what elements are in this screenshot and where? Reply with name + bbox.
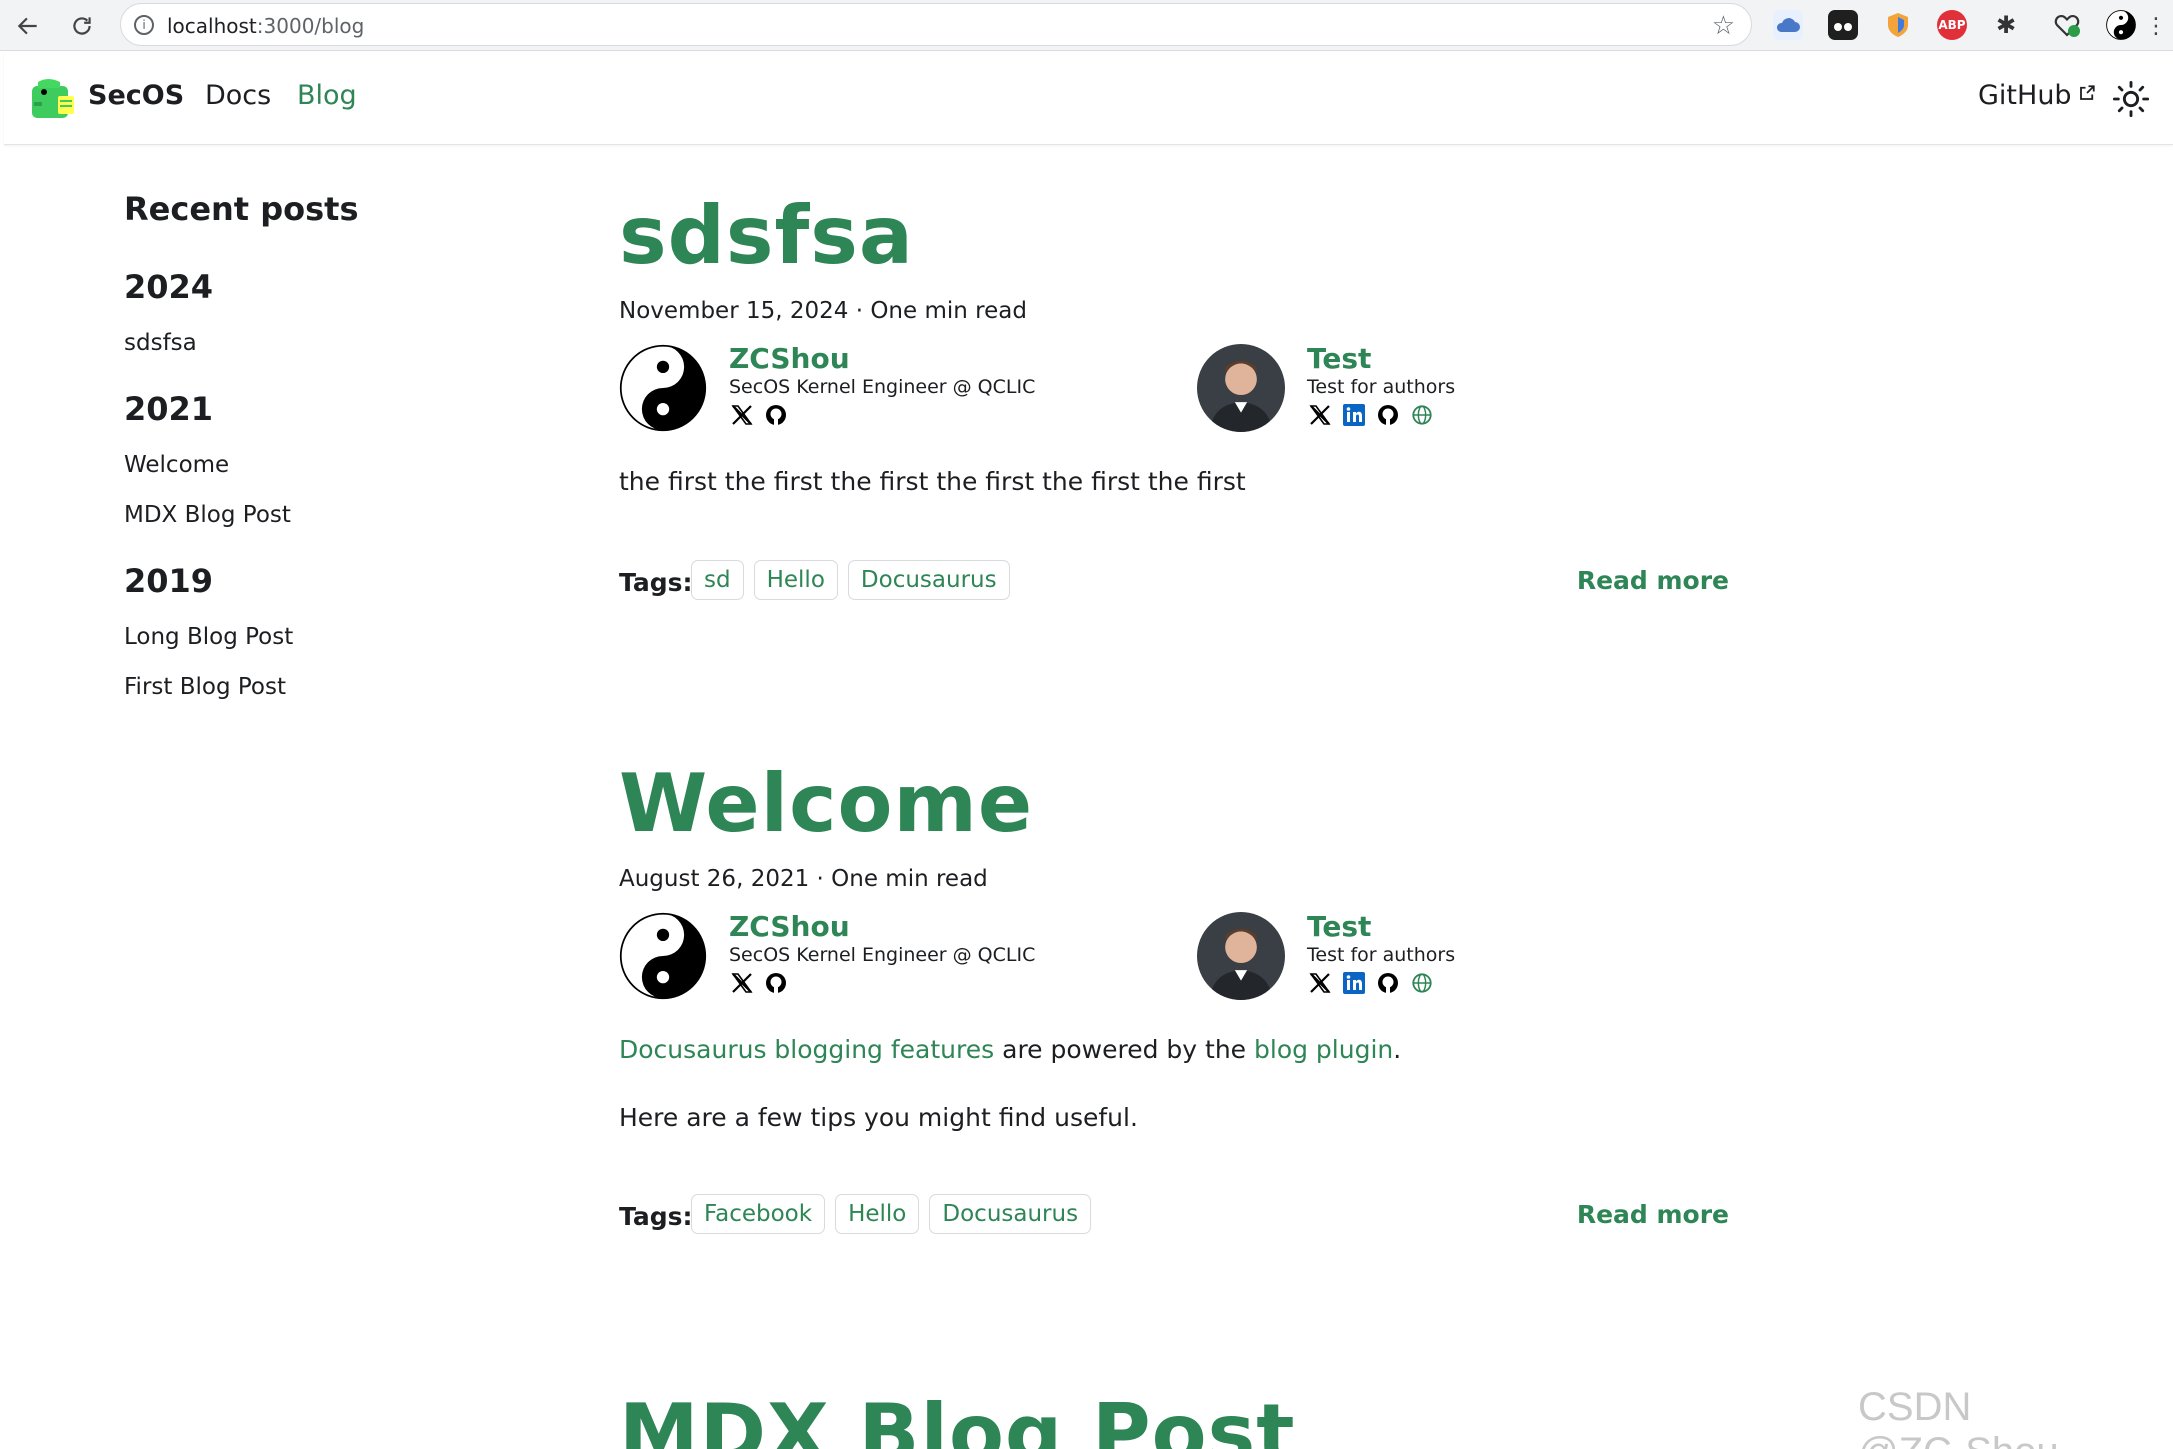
post-excerpt: the first the first the first the first … — [619, 467, 1246, 496]
shield-extension-icon[interactable] — [1883, 10, 1913, 40]
docusaurus-blogging-link[interactable]: Docusaurus blogging features — [619, 1035, 994, 1064]
tag-docusaurus[interactable]: Docusaurus — [929, 1194, 1092, 1234]
linkedin-icon[interactable] — [1341, 402, 1367, 428]
heart-sync-icon[interactable] — [2052, 10, 2082, 40]
site-info-icon[interactable]: i — [134, 15, 154, 35]
sidebar-post-welcome[interactable]: Welcome — [124, 452, 524, 478]
author-name[interactable]: Test — [1307, 910, 1455, 943]
tag-hello[interactable]: Hello — [753, 560, 838, 600]
tags-label: Tags: — [619, 568, 693, 597]
blog-post-preview: Welcome August 26, 2021 · One min read Z… — [619, 760, 1729, 1242]
author-title: Test for authors — [1307, 376, 1456, 398]
tag-sd[interactable]: sd — [691, 560, 744, 600]
post-title[interactable]: sdsfsa — [619, 192, 1729, 280]
author-name[interactable]: ZCShou — [729, 342, 1035, 375]
excerpt-text: Here are a few tips you might find usefu… — [619, 1103, 1138, 1132]
nav-docs[interactable]: Docs — [205, 80, 271, 111]
dinosaur-logo-icon[interactable] — [30, 78, 76, 120]
yin-yang-avatar[interactable] — [619, 912, 707, 1000]
post-meta: August 26, 2021 · One min read — [619, 866, 988, 892]
sidebar-group-2019: 2019 Long Blog Post First Blog Post — [124, 562, 524, 700]
menu-dots-icon[interactable]: ⋮ — [2138, 8, 2173, 44]
profile-avatar-icon[interactable] — [2106, 10, 2136, 40]
blog-plugin-link[interactable]: blog plugin — [1254, 1035, 1393, 1064]
external-link-icon — [2079, 85, 2095, 100]
github-link[interactable]: GitHub — [1978, 80, 2096, 111]
post-footer: Tags: sd Hello Docusaurus Read more — [619, 560, 1729, 608]
author-card: ZCShou SecOS Kernel Engineer @ QCLIC — [619, 910, 1036, 1000]
github-icon[interactable] — [763, 402, 789, 428]
author-card: Test Test for authors — [1197, 910, 1456, 1000]
sidebar-post-long[interactable]: Long Blog Post — [124, 624, 524, 650]
github-icon[interactable] — [1375, 402, 1401, 428]
address-bar[interactable]: i localhost:3000/blog ☆ — [120, 3, 1752, 46]
url-text: localhost:3000/blog — [167, 14, 365, 38]
github-icon[interactable] — [1375, 970, 1401, 996]
tags-label: Tags: — [619, 1202, 693, 1231]
read-more-link[interactable]: Read more — [1577, 1200, 1729, 1229]
blog-post-preview: sdsfsa November 15, 2024 · One min read … — [619, 192, 1729, 608]
sidebar-year: 2021 — [124, 390, 214, 428]
x-icon[interactable] — [729, 970, 755, 996]
post-title[interactable]: Welcome — [619, 760, 1729, 848]
x-icon[interactable] — [1307, 970, 1333, 996]
tag-list: Facebook Hello Docusaurus — [691, 1194, 1092, 1234]
tag-facebook[interactable]: Facebook — [691, 1194, 826, 1234]
x-icon[interactable] — [729, 402, 755, 428]
post-excerpt: Docusaurus blogging features are powered… — [619, 1030, 1729, 1138]
author-card: Test Test for authors — [1197, 342, 1456, 432]
cloud-extension-icon[interactable] — [1773, 10, 1803, 40]
excerpt-text: . — [1393, 1035, 1402, 1064]
post-authors: ZCShou SecOS Kernel Engineer @ QCLIC Tes… — [619, 342, 1729, 444]
sidebar-year: 2024 — [124, 268, 214, 306]
nav-blog[interactable]: Blog — [297, 80, 357, 111]
read-more-link[interactable]: Read more — [1577, 566, 1729, 595]
post-authors: ZCShou SecOS Kernel Engineer @ QCLIC Tes… — [619, 910, 1729, 1012]
github-icon[interactable] — [763, 970, 789, 996]
post-footer: Tags: Facebook Hello Docusaurus Read mor… — [619, 1194, 1729, 1242]
tag-docusaurus[interactable]: Docusaurus — [847, 560, 1010, 600]
author-title: SecOS Kernel Engineer @ QCLIC — [729, 376, 1036, 398]
author-title: SecOS Kernel Engineer @ QCLIC — [729, 944, 1036, 966]
reload-icon[interactable] — [64, 8, 100, 44]
browser-toolbar: i localhost:3000/blog ☆ ABP ✱ ⋮ — [0, 0, 2173, 51]
back-arrow-icon[interactable] — [10, 8, 46, 44]
x-icon[interactable] — [1307, 402, 1333, 428]
sidebar-year: 2019 — [124, 562, 214, 600]
author-name[interactable]: ZCShou — [729, 910, 1035, 943]
yin-yang-avatar[interactable] — [619, 344, 707, 432]
sidebar-post-first[interactable]: First Blog Post — [124, 674, 524, 700]
person-photo-avatar[interactable] — [1197, 912, 1285, 1000]
author-title: Test for authors — [1307, 944, 1456, 966]
watermark: CSDN @ZC·Shou — [1858, 1385, 2059, 1449]
github-label: GitHub — [1978, 80, 2072, 111]
tampermonkey-extension-icon[interactable] — [1828, 10, 1858, 40]
post-meta: November 15, 2024 · One min read — [619, 298, 1027, 324]
theme-sun-icon[interactable] — [2112, 80, 2150, 118]
post-title[interactable]: MDX Blog Post — [619, 1390, 1729, 1449]
bookmark-star-icon[interactable]: ☆ — [1712, 11, 1735, 41]
author-card: ZCShou SecOS Kernel Engineer @ QCLIC — [619, 342, 1036, 432]
recent-posts-sidebar: Recent posts 2024 sdsfsa 2021 Welcome MD… — [124, 190, 524, 734]
adblock-plus-icon[interactable]: ABP — [1937, 10, 1967, 40]
sidebar-group-2024: 2024 sdsfsa — [124, 268, 524, 356]
site-navbar: SecOS Docs Blog GitHub — [4, 52, 2173, 145]
excerpt-text: are powered by the — [994, 1035, 1254, 1064]
tag-list: sd Hello Docusaurus — [691, 560, 1010, 600]
blog-post-preview: MDX Blog Post — [619, 1390, 1729, 1449]
brand-title[interactable]: SecOS — [88, 80, 184, 111]
author-name[interactable]: Test — [1307, 342, 1455, 375]
globe-icon[interactable] — [1409, 970, 1435, 996]
sidebar-post-sdsfsa[interactable]: sdsfsa — [124, 330, 524, 356]
person-photo-avatar[interactable] — [1197, 344, 1285, 432]
tag-hello[interactable]: Hello — [835, 1194, 920, 1234]
sidebar-title: Recent posts — [124, 190, 359, 228]
sidebar-post-mdx[interactable]: MDX Blog Post — [124, 502, 524, 528]
globe-icon[interactable] — [1409, 402, 1435, 428]
sidebar-group-2021: 2021 Welcome MDX Blog Post — [124, 390, 524, 528]
puzzle-extension-icon[interactable]: ✱ — [1991, 10, 2021, 40]
linkedin-icon[interactable] — [1341, 970, 1367, 996]
